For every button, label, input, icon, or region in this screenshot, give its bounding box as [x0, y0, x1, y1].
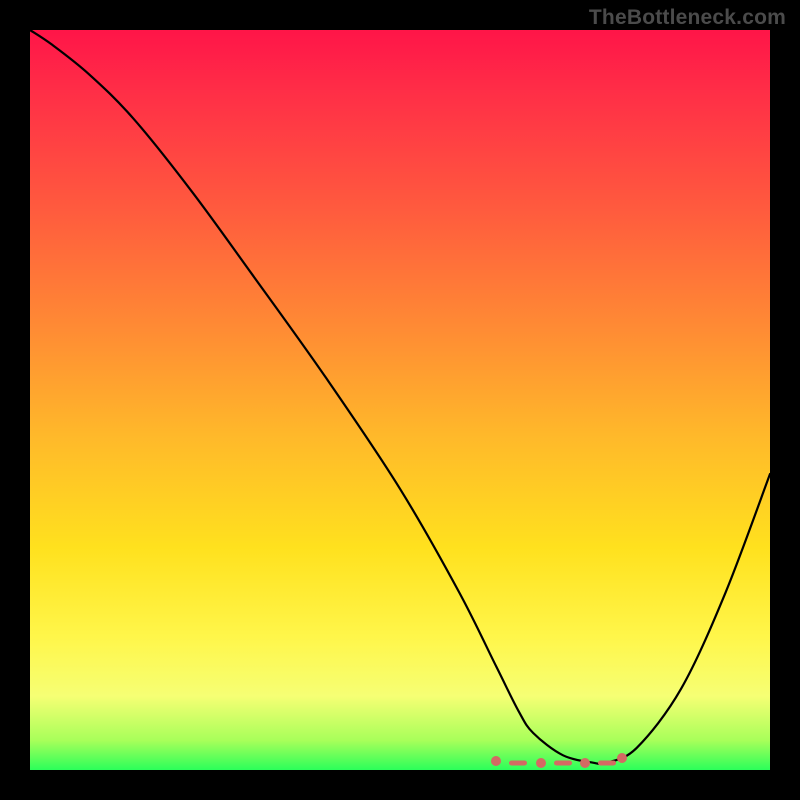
marker-dash — [509, 760, 527, 765]
marker-dot — [617, 753, 627, 763]
marker-dash — [554, 761, 572, 766]
chart-frame: TheBottleneck.com — [0, 0, 800, 800]
marker-dot — [491, 756, 501, 766]
watermark-text: TheBottleneck.com — [589, 6, 786, 30]
optimal-region-markers — [30, 30, 770, 770]
marker-dot — [580, 758, 590, 768]
marker-dot — [536, 758, 546, 768]
marker-dash — [598, 760, 616, 765]
plot-area — [30, 30, 770, 770]
